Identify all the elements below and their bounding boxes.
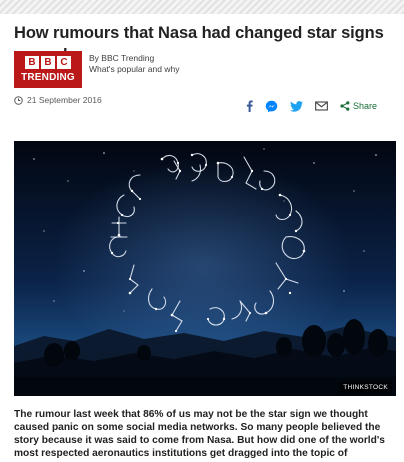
intro-line: story because it was said to come from N… [14,435,385,446]
byline-author[interactable]: By BBC Trending [89,53,154,63]
logo-word: TRENDING [21,72,75,83]
messenger-icon[interactable] [265,100,278,113]
share-label: Share [353,101,378,111]
share-icon [340,101,350,111]
top-decorative-stripe [0,0,404,14]
email-icon[interactable] [315,101,328,111]
bbc-trending-logo[interactable]: B B C TRENDING [14,51,82,88]
logo-letter: C [57,56,71,69]
share-toolbar: Share [246,99,377,113]
date-text: 21 September 2016 [27,95,102,105]
facebook-icon[interactable] [246,100,253,112]
zodiac-constellation-illustration [14,141,396,396]
share-button[interactable]: Share [340,101,377,111]
intro-line: The rumour last week that 86% of us may … [14,409,368,420]
logo-letter: B [41,56,55,69]
article-intro: The rumour last week that 86% of us may … [14,408,396,460]
logo-letter: B [25,56,39,69]
clock-icon [14,95,23,105]
intro-line: most respected aeronautics institutions … [14,448,348,459]
hero-image: THINKSTOCK [14,141,396,396]
intro-line: caused panic on some social media networ… [14,422,381,433]
byline-tagline: What's popular and why [89,64,180,74]
article-date: 21 September 2016 [14,95,102,105]
twitter-icon[interactable] [290,100,303,112]
image-credit: THINKSTOCK [339,382,392,393]
